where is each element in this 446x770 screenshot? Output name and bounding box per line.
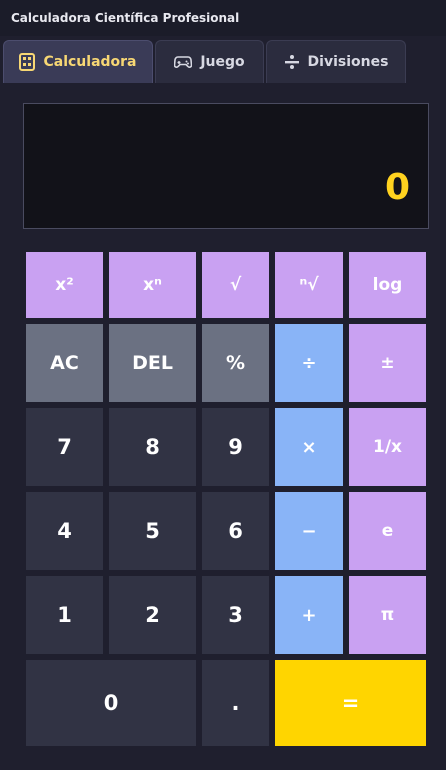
window-title: Calculadora Científica Profesional <box>0 0 446 36</box>
delete-button[interactable]: DEL <box>109 324 196 402</box>
decimal-button[interactable]: . <box>202 660 269 746</box>
calculator-panel: 0 x² xⁿ √ ⁿ√ log AC DEL % ÷ ± 7 8 9 × 1/… <box>0 84 446 770</box>
tab-label: Calculadora <box>43 54 137 70</box>
divide-icon <box>284 54 300 70</box>
multiply-button[interactable]: × <box>275 408 343 486</box>
digit-7-button[interactable]: 7 <box>26 408 103 486</box>
divide-button[interactable]: ÷ <box>275 324 343 402</box>
digit-9-button[interactable]: 9 <box>202 408 269 486</box>
calculator-display: 0 <box>23 103 429 229</box>
clear-button[interactable]: AC <box>26 324 103 402</box>
equals-button[interactable]: = <box>275 660 426 746</box>
digit-8-button[interactable]: 8 <box>109 408 196 486</box>
digit-1-button[interactable]: 1 <box>26 576 103 654</box>
log-button[interactable]: log <box>349 252 426 318</box>
power-button[interactable]: xⁿ <box>109 252 196 318</box>
digit-6-button[interactable]: 6 <box>202 492 269 570</box>
tab-calculadora[interactable]: Calculadora <box>3 40 153 83</box>
tab-label: Divisiones <box>307 54 389 70</box>
digit-2-button[interactable]: 2 <box>109 576 196 654</box>
percent-button[interactable]: % <box>202 324 269 402</box>
tab-juego[interactable]: Juego <box>155 40 264 83</box>
digit-0-button[interactable]: 0 <box>26 660 196 746</box>
display-value: 0 <box>384 167 410 208</box>
digit-5-button[interactable]: 5 <box>109 492 196 570</box>
sqrt-button[interactable]: √ <box>202 252 269 318</box>
euler-button[interactable]: e <box>349 492 426 570</box>
tab-bar: Calculadora Juego Divisiones <box>0 36 446 84</box>
digit-4-button[interactable]: 4 <box>26 492 103 570</box>
digit-3-button[interactable]: 3 <box>202 576 269 654</box>
plus-minus-button[interactable]: ± <box>349 324 426 402</box>
reciprocal-button[interactable]: 1/x <box>349 408 426 486</box>
square-button[interactable]: x² <box>26 252 103 318</box>
gamepad-icon <box>174 55 193 69</box>
tab-label: Juego <box>200 54 245 70</box>
add-button[interactable]: + <box>275 576 343 654</box>
pi-button[interactable]: π <box>349 576 426 654</box>
calculator-icon <box>19 53 36 71</box>
subtract-button[interactable]: − <box>275 492 343 570</box>
nth-root-button[interactable]: ⁿ√ <box>275 252 343 318</box>
tab-divisiones[interactable]: Divisiones <box>266 40 406 83</box>
